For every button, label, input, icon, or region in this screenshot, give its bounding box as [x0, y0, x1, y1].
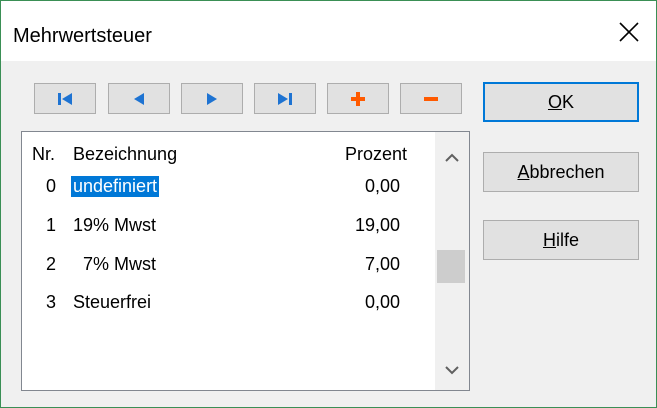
list-item[interactable]: 1 19% Mwst 19,00	[22, 215, 437, 245]
previous-record-button[interactable]	[108, 83, 170, 114]
next-record-button[interactable]	[181, 83, 243, 114]
row-nr: 3	[46, 292, 57, 312]
header-name: Bezeichnung	[73, 144, 178, 164]
plus-icon	[351, 91, 365, 106]
row-name: 7% Mwst	[73, 254, 157, 274]
row-nr: 0	[46, 176, 57, 196]
chevron-down-icon[interactable]	[435, 356, 469, 384]
close-icon[interactable]	[616, 19, 642, 45]
delete-record-button[interactable]	[400, 83, 462, 114]
chevron-up-icon[interactable]	[435, 144, 469, 172]
row-pct: 0,00	[364, 176, 400, 196]
row-nr: 2	[46, 254, 57, 274]
window-title: Mehrwertsteuer	[13, 25, 152, 47]
header-pct: Prozent	[344, 144, 407, 164]
first-record-button[interactable]	[34, 83, 96, 114]
previous-record-icon	[134, 92, 144, 105]
last-record-button[interactable]	[254, 83, 316, 114]
scrollbar-thumb[interactable]	[437, 250, 465, 283]
vat-dialog: Mehrwertsteuer OK Abbrechen Hilfe Nr. Be…	[0, 0, 657, 408]
list-item[interactable]: 3 Steuerfrei 0,00	[22, 292, 437, 322]
row-name: undefiniert	[71, 176, 160, 197]
add-record-button[interactable]	[327, 83, 389, 114]
list-item[interactable]: 2 7% Mwst 7,00	[22, 254, 437, 284]
title-bar: Mehrwertsteuer	[1, 1, 656, 61]
ok-button[interactable]: OK	[483, 82, 639, 122]
next-record-icon	[207, 92, 217, 105]
minus-icon	[424, 96, 438, 101]
first-record-icon	[58, 92, 72, 105]
row-pct: 7,00	[364, 254, 400, 274]
row-name: Steuerfrei	[73, 292, 152, 312]
row-pct: 19,00	[354, 215, 400, 235]
vertical-scrollbar[interactable]	[435, 132, 469, 390]
row-name: 19% Mwst	[73, 215, 157, 235]
row-nr: 1	[46, 215, 57, 235]
last-record-icon	[278, 92, 292, 105]
cancel-button[interactable]: Abbrechen	[483, 152, 639, 192]
help-button[interactable]: Hilfe	[483, 220, 639, 260]
list-item[interactable]: 0 undefiniert 0,00	[22, 176, 437, 206]
row-pct: 0,00	[364, 292, 400, 312]
header-nr: Nr.	[32, 144, 56, 164]
vat-rate-list[interactable]: Nr. Bezeichnung Prozent 0 undefiniert 0,…	[21, 131, 470, 391]
list-header: Nr. Bezeichnung Prozent	[22, 144, 437, 174]
